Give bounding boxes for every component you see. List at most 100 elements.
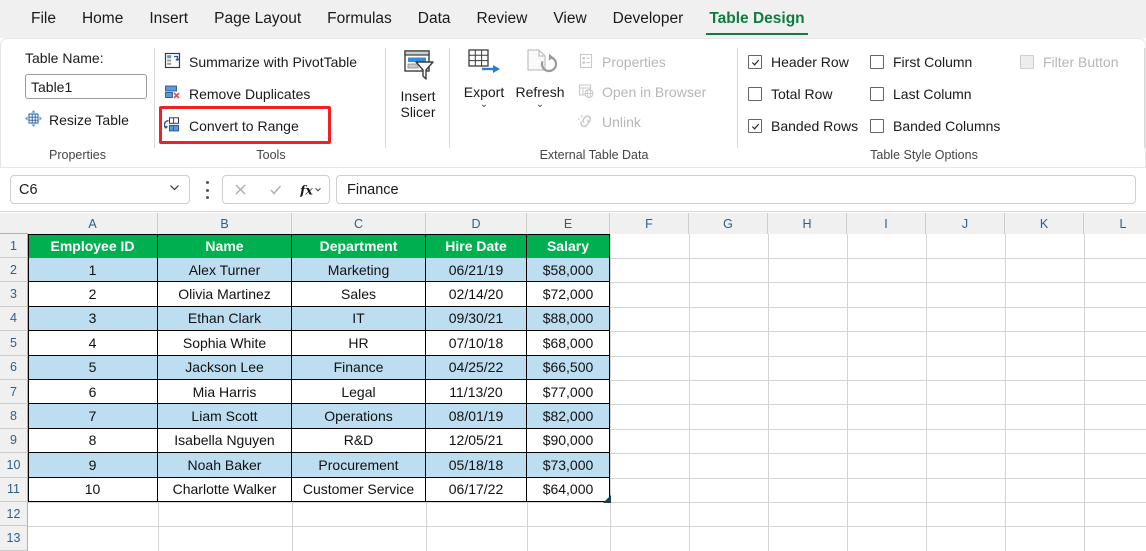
table-cell[interactable]: $88,000 xyxy=(527,306,610,332)
column-header-G[interactable]: G xyxy=(689,213,768,234)
ribbon-tab-formulas[interactable]: Formulas xyxy=(314,1,405,37)
table-cell[interactable]: 2 xyxy=(28,282,158,307)
table-cell[interactable]: Olivia Martinez xyxy=(158,282,292,307)
export-button[interactable]: Export ⌄ xyxy=(456,48,512,110)
chevron-down-icon[interactable]: ⌄ xyxy=(536,100,544,110)
table-cell[interactable]: 8 xyxy=(28,428,158,454)
table-header-cell[interactable]: Name xyxy=(158,234,292,258)
formula-bar-options-icon[interactable] xyxy=(205,181,209,199)
row-header-5[interactable]: 5 xyxy=(0,331,28,356)
table-cell[interactable]: 4 xyxy=(28,331,158,356)
formula-input[interactable]: Finance xyxy=(336,175,1136,204)
remove-duplicates-button[interactable]: Remove Duplicates xyxy=(164,81,310,106)
table-cell[interactable]: $82,000 xyxy=(527,404,610,429)
ribbon-tab-page-layout[interactable]: Page Layout xyxy=(201,1,314,37)
convert-to-range-button[interactable]: Convert to Range xyxy=(163,113,299,138)
table-cell[interactable]: Noah Baker xyxy=(158,453,292,478)
cancel-icon[interactable] xyxy=(229,178,253,202)
table-cell[interactable]: 06/17/22 xyxy=(426,477,527,502)
table-cell[interactable]: 9 xyxy=(28,453,158,478)
ribbon-tab-home[interactable]: Home xyxy=(69,1,136,37)
table-cell[interactable]: Jackson Lee xyxy=(158,355,292,380)
chevron-down-icon[interactable]: ⌄ xyxy=(480,100,488,110)
summarize-with-pivottable-button[interactable]: Summarize with PivotTable xyxy=(164,49,357,74)
table-cell[interactable]: Marketing xyxy=(292,258,426,283)
column-header-I[interactable]: I xyxy=(847,213,926,234)
name-box-chevron-down-icon[interactable] xyxy=(168,181,181,198)
table-cell[interactable]: 02/14/20 xyxy=(426,282,527,307)
table-cell[interactable]: 09/30/21 xyxy=(426,306,527,332)
table-cell[interactable]: 07/10/18 xyxy=(426,331,527,356)
table-header-cell[interactable]: Department xyxy=(292,234,426,258)
table-cell[interactable]: 1 xyxy=(28,258,158,283)
column-header-H[interactable]: H xyxy=(768,213,847,234)
ribbon-tab-data[interactable]: Data xyxy=(405,1,464,37)
table-header-cell[interactable]: Employee ID xyxy=(28,234,158,258)
table-cell[interactable]: 06/21/19 xyxy=(426,258,527,283)
column-header-K[interactable]: K xyxy=(1005,213,1084,234)
checkbox-last-column[interactable]: Last Column xyxy=(870,83,972,105)
refresh-button[interactable]: Refresh ⌄ xyxy=(512,48,568,110)
table-cell[interactable]: $58,000 xyxy=(527,258,610,283)
table-cell[interactable]: Finance xyxy=(292,355,426,380)
table-cell[interactable]: 12/05/21 xyxy=(426,428,527,454)
column-header-F[interactable]: F xyxy=(610,213,689,234)
ribbon-tab-table-design[interactable]: Table Design xyxy=(696,1,817,37)
row-header-8[interactable]: 8 xyxy=(0,404,28,429)
checkbox-first-column[interactable]: First Column xyxy=(870,51,972,73)
table-cell[interactable]: 6 xyxy=(28,380,158,405)
table-cell[interactable]: Alex Turner xyxy=(158,258,292,283)
row-header-10[interactable]: 10 xyxy=(0,453,28,478)
column-header-E[interactable]: E xyxy=(527,213,610,234)
column-header-D[interactable]: D xyxy=(426,213,527,234)
table-cell[interactable]: Operations xyxy=(292,404,426,429)
table-cell[interactable]: Liam Scott xyxy=(158,404,292,429)
table-cell[interactable]: Mia Harris xyxy=(158,380,292,405)
table-cell[interactable]: 7 xyxy=(28,404,158,429)
table-cell[interactable]: Ethan Clark xyxy=(158,306,292,332)
row-header-3[interactable]: 3 xyxy=(0,282,28,307)
table-cell[interactable]: Customer Service xyxy=(292,477,426,502)
ribbon-tab-view[interactable]: View xyxy=(540,1,599,37)
table-cell[interactable]: $68,000 xyxy=(527,331,610,356)
insert-slicer-button[interactable]: Insert Slicer xyxy=(387,48,449,120)
row-header-4[interactable]: 4 xyxy=(0,306,28,332)
row-header-2[interactable]: 2 xyxy=(0,258,28,283)
row-header-1[interactable]: 1 xyxy=(0,234,28,258)
table-name-input[interactable] xyxy=(25,74,147,99)
ribbon-tab-file[interactable]: File xyxy=(18,1,69,37)
table-cell[interactable]: Sales xyxy=(292,282,426,307)
table-cell[interactable]: 08/01/19 xyxy=(426,404,527,429)
table-header-cell[interactable]: Hire Date xyxy=(426,234,527,258)
table-header-cell[interactable]: Salary xyxy=(527,234,610,258)
fx-icon[interactable]: fx xyxy=(299,178,323,202)
column-header-B[interactable]: B xyxy=(158,213,292,234)
table-cell[interactable]: $64,000 xyxy=(527,477,610,502)
checkbox-header-row[interactable]: Header Row xyxy=(748,51,849,73)
table-cell[interactable]: IT xyxy=(292,306,426,332)
table-cell[interactable]: 5 xyxy=(28,355,158,380)
table-cell[interactable]: $90,000 xyxy=(527,428,610,454)
checkbox-total-row[interactable]: Total Row xyxy=(748,83,832,105)
table-cell[interactable]: $77,000 xyxy=(527,380,610,405)
table-cell[interactable]: 10 xyxy=(28,477,158,502)
table-cell[interactable]: $66,500 xyxy=(527,355,610,380)
column-header-A[interactable]: A xyxy=(28,213,158,234)
column-header-C[interactable]: C xyxy=(292,213,426,234)
row-header-13[interactable]: 13 xyxy=(0,526,28,551)
row-header-12[interactable]: 12 xyxy=(0,501,28,527)
ribbon-tab-insert[interactable]: Insert xyxy=(136,1,201,37)
table-cell[interactable]: 05/18/18 xyxy=(426,453,527,478)
column-header-L[interactable]: L xyxy=(1084,213,1146,234)
table-cell[interactable]: Isabella Nguyen xyxy=(158,428,292,454)
row-header-11[interactable]: 11 xyxy=(0,477,28,502)
check-icon[interactable] xyxy=(264,178,288,202)
table-cell[interactable]: $72,000 xyxy=(527,282,610,307)
ribbon-tab-review[interactable]: Review xyxy=(464,1,541,37)
table-cell[interactable]: Procurement xyxy=(292,453,426,478)
table-cell[interactable]: 3 xyxy=(28,306,158,332)
row-header-9[interactable]: 9 xyxy=(0,428,28,454)
table-cell[interactable]: Sophia White xyxy=(158,331,292,356)
resize-table-button[interactable]: Resize Table xyxy=(25,110,129,130)
table-cell[interactable]: 11/13/20 xyxy=(426,380,527,405)
